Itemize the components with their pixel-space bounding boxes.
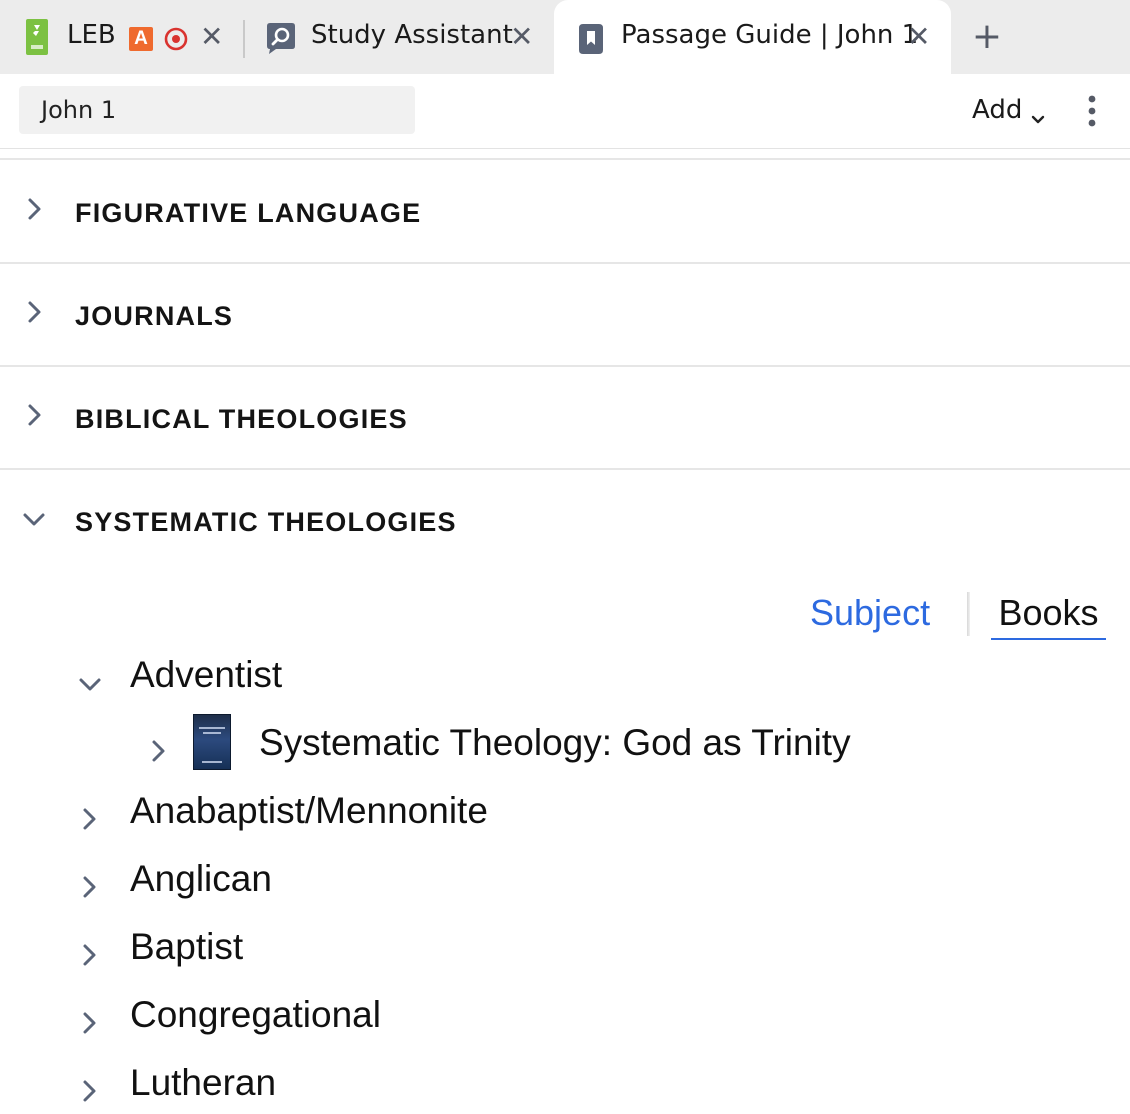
chevron-right-icon bbox=[78, 798, 102, 830]
tab-study-assistant[interactable]: Study Assistant ✕ bbox=[248, 0, 548, 74]
new-tab-button[interactable]: + bbox=[970, 18, 1004, 56]
passage-guide-icon bbox=[578, 23, 604, 55]
bible-book-icon bbox=[26, 19, 48, 55]
chevron-right-icon bbox=[78, 866, 102, 898]
subject-view-toggle[interactable]: Subject bbox=[810, 592, 930, 634]
tree-item-label: Anglican bbox=[130, 858, 272, 899]
tab-bar: LEB A ✕ Study Assistant ✕ Passage Guide … bbox=[0, 0, 1130, 74]
add-label: Add bbox=[972, 95, 1023, 125]
target-icon bbox=[164, 27, 188, 51]
study-assistant-icon bbox=[264, 21, 298, 55]
section-systematic-theologies[interactable]: SYSTEMATIC THEOLOGIES bbox=[0, 469, 1130, 571]
tab-label-leb: LEB bbox=[67, 20, 116, 50]
tree-item-label: Lutheran bbox=[130, 1062, 277, 1103]
section-title: JOURNALS bbox=[75, 301, 234, 331]
tree-item-anabaptist-mennonite[interactable]: Anabaptist/Mennonite bbox=[78, 786, 878, 842]
section-figurative-language[interactable]: FIGURATIVE LANGUAGE bbox=[0, 160, 1130, 264]
chevron-right-icon bbox=[78, 1002, 102, 1034]
tree-item-label: Anabaptist/Mennonite bbox=[130, 790, 488, 831]
books-view-toggle[interactable]: Books bbox=[991, 592, 1106, 640]
tree-item-book[interactable]: Systematic Theology: God as Trinity bbox=[145, 716, 945, 772]
tab-label-study-assistant: Study Assistant bbox=[311, 20, 513, 50]
tree-item-adventist[interactable]: Adventist bbox=[78, 650, 878, 706]
toolbar: John 1 Add bbox=[0, 74, 1130, 149]
tree-item-lutheran[interactable]: Lutheran bbox=[78, 1058, 878, 1114]
more-options-icon[interactable] bbox=[1080, 94, 1104, 128]
tree-item-label: Baptist bbox=[130, 926, 244, 967]
add-button[interactable]: Add bbox=[972, 92, 1046, 128]
section-title: FIGURATIVE LANGUAGE bbox=[75, 198, 422, 228]
chevron-right-icon bbox=[22, 300, 48, 326]
chevron-right-icon bbox=[78, 1070, 102, 1102]
tree-item-label: Congregational bbox=[130, 994, 381, 1035]
toggle-divider bbox=[967, 592, 970, 636]
section-journals[interactable]: JOURNALS bbox=[0, 263, 1130, 367]
chevron-right-icon bbox=[22, 197, 48, 223]
chevron-right-icon bbox=[22, 403, 48, 429]
section-biblical-theologies[interactable]: BIBLICAL THEOLOGIES bbox=[0, 366, 1130, 470]
tab-label-passage-guide: Passage Guide | John 1 bbox=[621, 20, 919, 50]
chevron-down-icon bbox=[78, 664, 102, 691]
chevron-right-icon bbox=[78, 934, 102, 966]
close-icon[interactable]: ✕ bbox=[510, 22, 533, 52]
chevron-down-icon bbox=[1030, 102, 1046, 124]
tree-item-label: Adventist bbox=[130, 654, 283, 695]
tree-item-baptist[interactable]: Baptist bbox=[78, 922, 878, 978]
tab-leb[interactable]: LEB A ✕ bbox=[0, 0, 240, 74]
tree-item-anglican[interactable]: Anglican bbox=[78, 854, 878, 910]
chevron-down-icon bbox=[22, 507, 48, 533]
tree-item-congregational[interactable]: Congregational bbox=[78, 990, 878, 1046]
close-icon[interactable]: ✕ bbox=[907, 22, 930, 52]
book-title: Systematic Theology: God as Trinity bbox=[259, 722, 851, 763]
close-icon[interactable]: ✕ bbox=[200, 22, 223, 52]
tab-passage-guide[interactable]: Passage Guide | John 1 ✕ bbox=[554, 0, 951, 74]
annotation-badge: A bbox=[129, 27, 153, 51]
chevron-right-icon bbox=[147, 730, 171, 762]
reference-input[interactable]: John 1 bbox=[19, 86, 415, 134]
section-title: BIBLICAL THEOLOGIES bbox=[75, 404, 408, 434]
tab-separator bbox=[243, 20, 245, 58]
book-cover-thumbnail bbox=[193, 714, 231, 770]
section-title: SYSTEMATIC THEOLOGIES bbox=[75, 507, 457, 537]
